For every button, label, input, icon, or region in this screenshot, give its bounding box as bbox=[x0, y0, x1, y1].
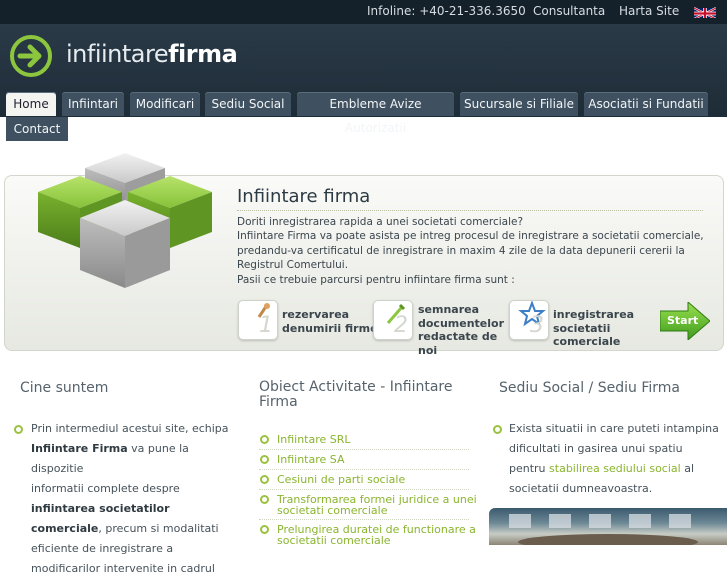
consultanta-link[interactable]: Consultanta bbox=[533, 4, 605, 18]
tab-asociatii[interactable]: Asociatii si Fundatii bbox=[584, 92, 708, 116]
tab-infiintari[interactable]: Infiintari bbox=[62, 92, 124, 116]
uk-flag-icon[interactable] bbox=[694, 5, 716, 18]
text-span: informatii complete despre bbox=[31, 482, 180, 495]
step-label-line: semnarea bbox=[418, 303, 480, 316]
step-2-icon[interactable]: 2 bbox=[373, 300, 413, 340]
hero-description: Doriti inregistrarea rapida a unei socie… bbox=[237, 215, 707, 287]
divider bbox=[259, 449, 469, 450]
text-span: modificarilor intervenite in cadrul bbox=[31, 562, 215, 575]
link-infiintare-srl[interactable]: Infiintare SRL bbox=[277, 434, 351, 445]
step-label-line: comerciale bbox=[553, 335, 621, 348]
bullet-icon bbox=[260, 435, 269, 444]
text-span: Prin intermediul acestui site, echipa bbox=[31, 422, 229, 435]
link-transformarea[interactable]: Transformarea formei juridice a unei soc… bbox=[277, 494, 477, 516]
bullet-icon bbox=[260, 455, 269, 464]
text-span: eficiente de inregistrare a bbox=[31, 542, 174, 555]
hero-line: Pasii ce trebuie parcursi pentru infiint… bbox=[237, 273, 515, 286]
step-label-line: redactate de bbox=[418, 330, 498, 343]
step-label-line: denumirii firmei bbox=[282, 321, 382, 335]
text-span: pentru bbox=[509, 462, 550, 475]
sediu-social-title: Sediu Social / Sediu Firma bbox=[499, 380, 680, 396]
cubes-illustration bbox=[38, 153, 212, 288]
tab-sucursale[interactable]: Sucursale si Filiale bbox=[460, 92, 578, 116]
bold-span: infiintarea societatilor bbox=[31, 502, 170, 515]
step-label-line: rezervarea bbox=[282, 308, 350, 321]
step-number: 2 bbox=[394, 313, 408, 338]
bullet-icon bbox=[260, 525, 269, 534]
bullet-icon bbox=[493, 425, 502, 434]
divider bbox=[259, 469, 469, 470]
text-span: , precum si modalitati bbox=[98, 522, 219, 535]
step-1-icon[interactable]: 1 bbox=[238, 300, 278, 340]
sediu-social-text: Exista situatii in care puteti intampina… bbox=[509, 419, 719, 499]
bullet-icon bbox=[260, 495, 269, 504]
step-number: 3 bbox=[530, 313, 544, 338]
harta-site-link[interactable]: Harta Site bbox=[619, 4, 679, 18]
tab-contact[interactable]: Contact bbox=[6, 117, 68, 141]
step-label-line: noi bbox=[418, 343, 438, 357]
link-stabilirea-sediului[interactable]: stabilirea sediului social bbox=[549, 462, 681, 475]
step-2-label[interactable]: semnarea documentelor redactate de noi bbox=[418, 303, 504, 357]
step-label-line: inregistrarea bbox=[553, 308, 635, 321]
start-button-label: Start bbox=[667, 314, 699, 327]
divider bbox=[259, 519, 469, 520]
step-label-line: documentelor bbox=[418, 316, 505, 330]
step-1-label[interactable]: rezervarea denumirii firmei bbox=[282, 308, 381, 335]
hero-line: Infiintare Firma va poate asista pe intr… bbox=[237, 230, 704, 243]
cine-suntem-text: Prin intermediul acestui site, echipa In… bbox=[31, 419, 236, 579]
cine-suntem-title: Cine suntem bbox=[20, 380, 109, 396]
obiect-activitate-title: Obiect Activitate - Infiintare Firma bbox=[259, 380, 452, 410]
top-bar: Infoline: +40-21-336.3650 Consultanta Ha… bbox=[0, 0, 727, 24]
link-cesiuni[interactable]: Cesiuni de parti sociale bbox=[277, 474, 405, 485]
tab-sediu-social[interactable]: Sediu Social bbox=[205, 92, 291, 116]
step-3-icon[interactable]: 3 bbox=[509, 300, 549, 340]
hero-line: Doriti inregistrarea rapida a unei socie… bbox=[237, 216, 524, 228]
title-line: Firma bbox=[259, 394, 298, 410]
bold-span: comerciale bbox=[31, 522, 99, 535]
office-photo bbox=[489, 508, 727, 545]
divider bbox=[259, 489, 469, 490]
site-logo-text[interactable]: infiintarefirma bbox=[66, 40, 238, 68]
infoline-phone: Infoline: +40-21-336.3650 bbox=[367, 4, 526, 18]
link-prelungirea[interactable]: Prelungirea duratei de functionare a soc… bbox=[277, 524, 476, 546]
step-number: 1 bbox=[259, 313, 273, 338]
step-3-label[interactable]: inregistrarea societatii comerciale bbox=[553, 308, 634, 349]
logo-light-text: infiintare bbox=[66, 40, 169, 68]
link-infiintare-sa[interactable]: Infiintare SA bbox=[277, 454, 344, 465]
text-span: dificultati in gasirea unui spatiu bbox=[509, 442, 683, 455]
bold-span: Infiintare Firma bbox=[31, 442, 128, 455]
hero-title: Infiintare firma bbox=[237, 186, 371, 207]
bullet-icon bbox=[260, 475, 269, 484]
title-line: Obiect Activitate - Infiintare bbox=[259, 379, 453, 395]
text-span: Exista situatii in care puteti intampina bbox=[509, 422, 719, 435]
start-button[interactable]: Start bbox=[660, 302, 710, 340]
tab-embleme-avize[interactable]: Embleme Avize Autorizatii bbox=[297, 92, 454, 135]
link-line: societati comerciale bbox=[277, 504, 388, 517]
text-span: al bbox=[680, 462, 695, 475]
step-label-line: societatii bbox=[553, 321, 611, 335]
arrow-circle-logo-icon[interactable] bbox=[9, 34, 53, 78]
hero-line: Registrul Comertului. bbox=[237, 259, 349, 272]
bullet-icon bbox=[14, 425, 23, 434]
logo-bold-text: firma bbox=[168, 40, 238, 68]
tab-modificari[interactable]: Modificari bbox=[130, 92, 200, 116]
hero-divider bbox=[237, 210, 703, 211]
tab-home[interactable]: Home bbox=[6, 92, 56, 116]
hero-line: predandu-va certificatul de inregistrare… bbox=[237, 244, 685, 257]
text-span: societatii dumneavoastra. bbox=[509, 482, 653, 495]
link-line: societatii comerciale bbox=[277, 534, 391, 547]
